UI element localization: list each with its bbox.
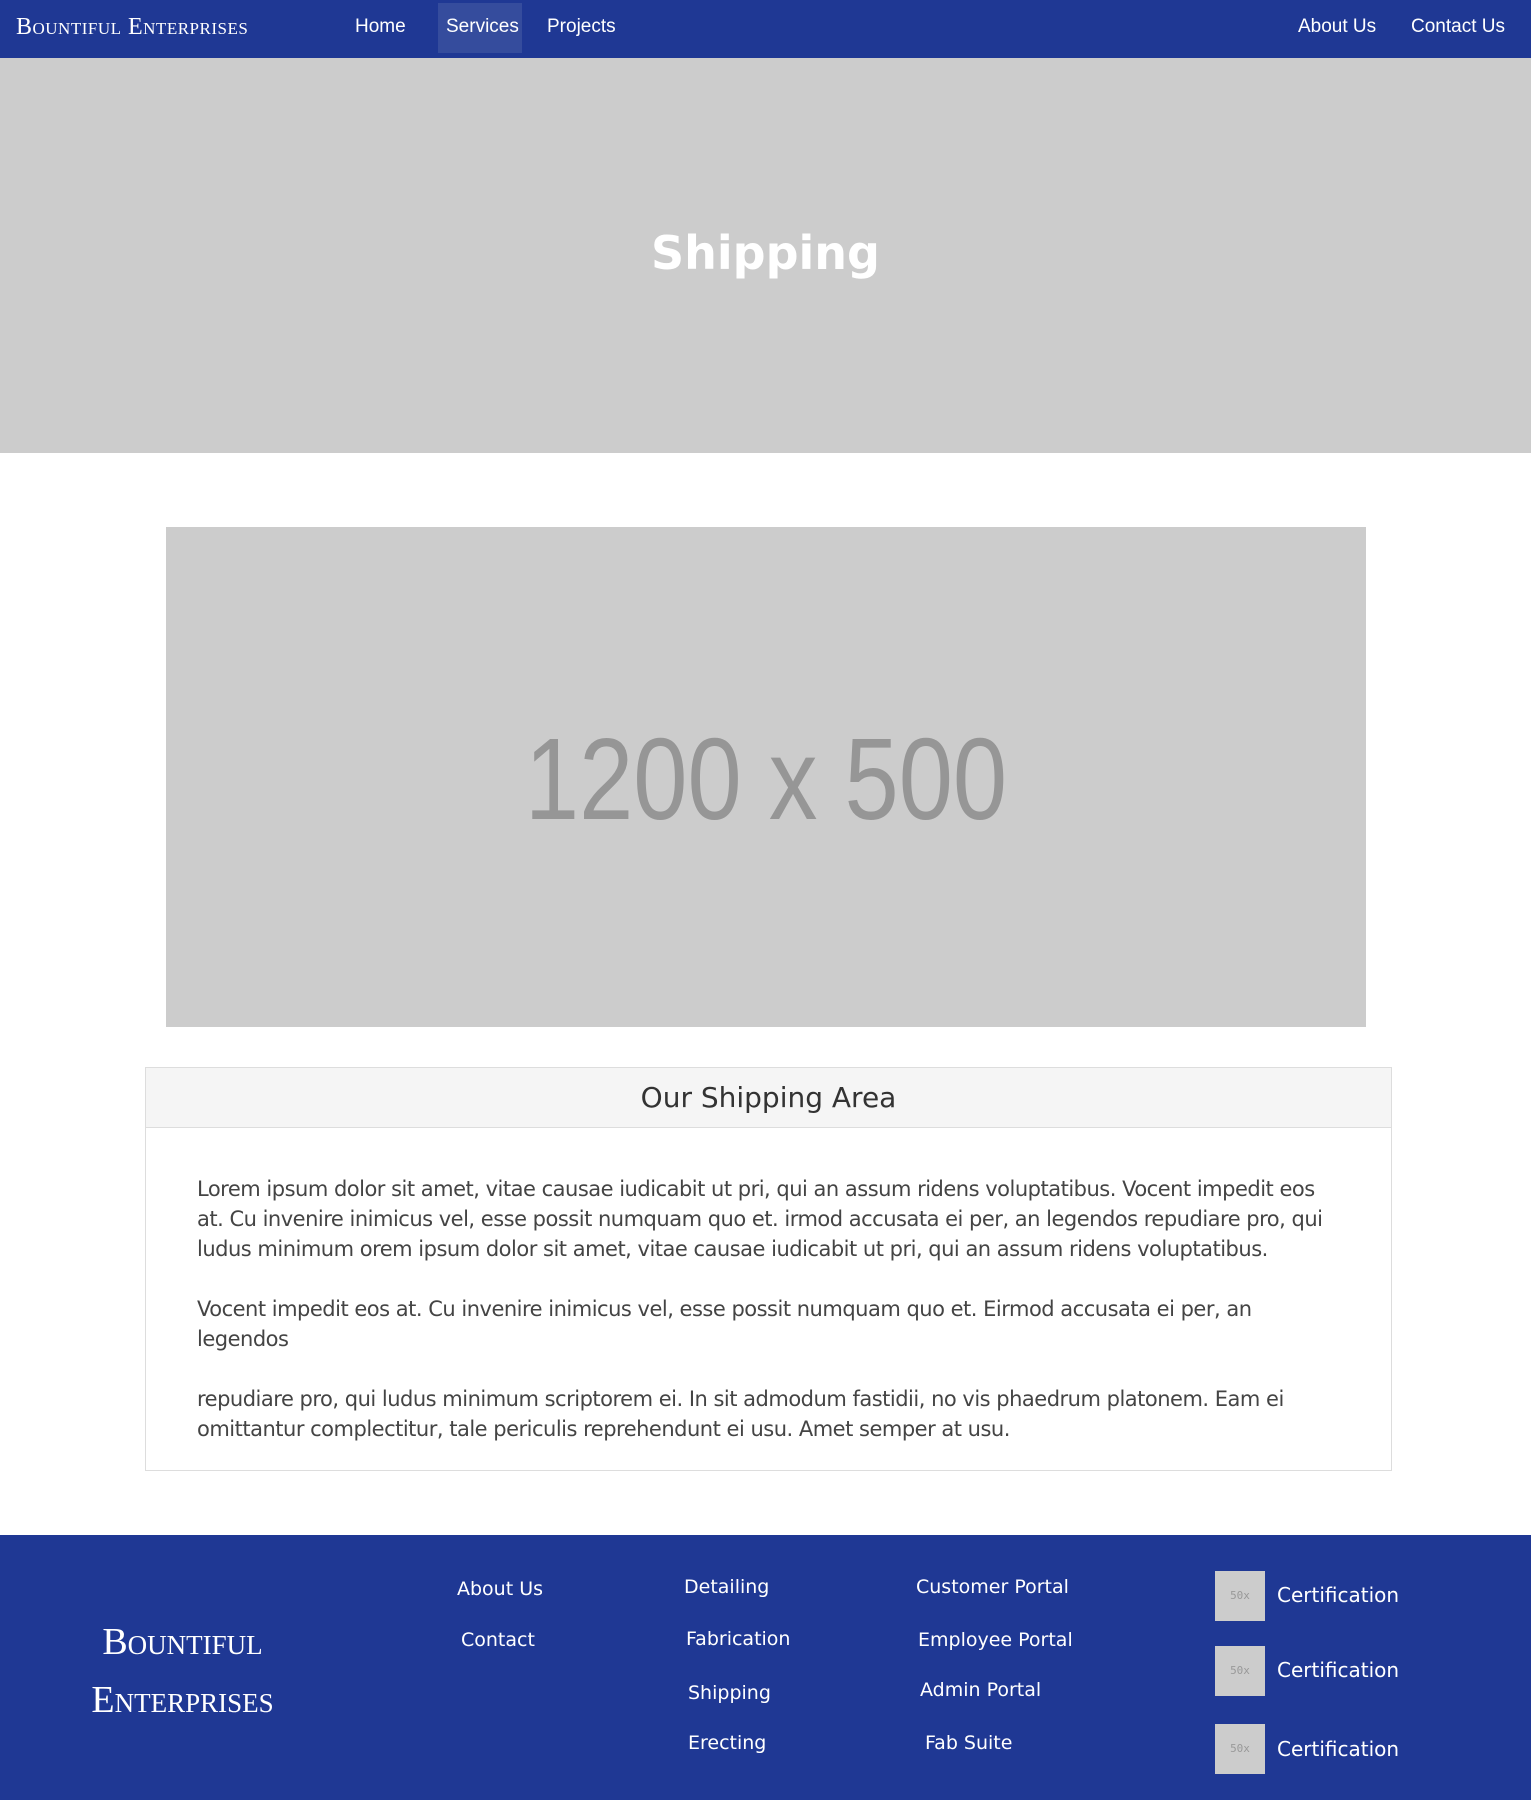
panel-paragraph: repudiare pro, qui ludus minimum scripto… (197, 1387, 1284, 1441)
panel-body: Lorem ipsum dolor sit amet, vitae causae… (146, 1128, 1391, 1444)
certification-label[interactable]: Certification (1277, 1583, 1399, 1607)
brand-logo[interactable]: Bountiful Enterprises (16, 14, 248, 41)
certification-image: 50x (1215, 1724, 1265, 1774)
shipping-area-panel: Our Shipping Area Lorem ipsum dolor sit … (145, 1067, 1392, 1471)
panel-paragraph: Vocent impedit eos at. Cu invenire inimi… (197, 1297, 1252, 1351)
footer-brand-line: Bountiful (102, 1621, 263, 1663)
footer-link-detailing[interactable]: Detailing (684, 1576, 769, 1598)
footer-link-shipping[interactable]: Shipping (688, 1682, 771, 1704)
nav-home[interactable]: Home (347, 3, 414, 53)
footer-link-fabrication[interactable]: Fabrication (686, 1628, 790, 1650)
nav-about-us[interactable]: About Us (1290, 3, 1384, 53)
footer-link-contact[interactable]: Contact (461, 1629, 535, 1651)
certification-image: 50x (1215, 1571, 1265, 1621)
hero-banner: Shipping (0, 58, 1531, 453)
panel-heading: Our Shipping Area (146, 1068, 1391, 1128)
panel-paragraph: Lorem ipsum dolor sit amet, vitae causae… (197, 1177, 1323, 1261)
main-image-placeholder: 1200 x 500 (166, 527, 1366, 1027)
footer-brand: Bountiful Enterprises (40, 1613, 325, 1729)
footer-link-fab-suite[interactable]: Fab Suite (925, 1732, 1012, 1754)
footer-link-admin-portal[interactable]: Admin Portal (920, 1679, 1041, 1701)
page-title: Shipping (651, 226, 880, 280)
footer-link-customer-portal[interactable]: Customer Portal (916, 1576, 1069, 1598)
image-size-label: 1200 x 500 (524, 714, 1008, 844)
nav-projects[interactable]: Projects (539, 3, 624, 53)
nav-contact-us[interactable]: Contact Us (1403, 3, 1513, 53)
top-navbar: Bountiful Enterprises Home Services Proj… (0, 0, 1531, 58)
footer-link-employee-portal[interactable]: Employee Portal (918, 1629, 1073, 1651)
certification-image: 50x (1215, 1646, 1265, 1696)
certification-label[interactable]: Certification (1277, 1737, 1399, 1761)
footer-link-erecting[interactable]: Erecting (688, 1732, 766, 1754)
certification-label[interactable]: Certification (1277, 1658, 1399, 1682)
site-footer: Bountiful Enterprises About Us Contact D… (0, 1535, 1531, 1800)
footer-brand-line: Enterprises (91, 1679, 274, 1721)
footer-link-about-us[interactable]: About Us (457, 1578, 543, 1600)
nav-services[interactable]: Services (438, 3, 522, 53)
